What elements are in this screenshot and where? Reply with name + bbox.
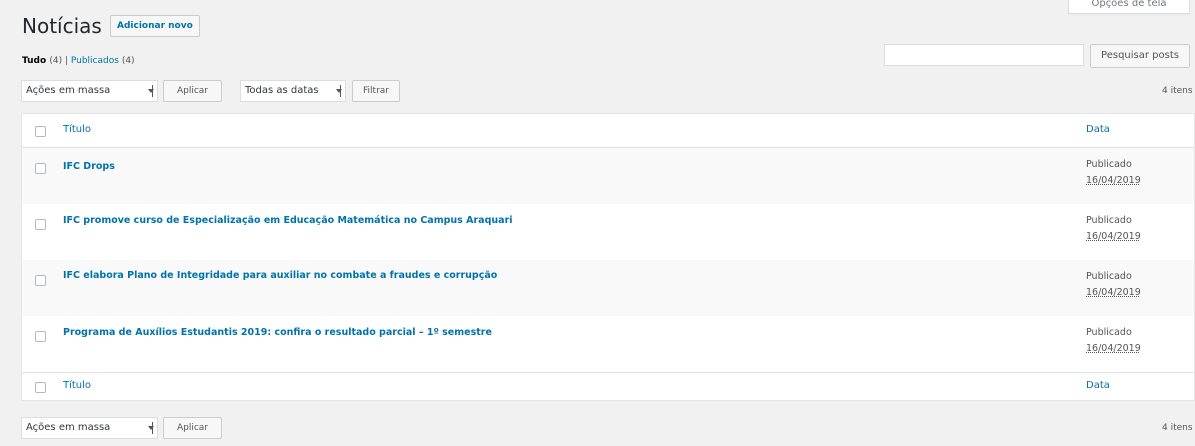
chevron-down-icon: [336, 85, 342, 97]
view-published-count: (4): [121, 56, 135, 66]
bulk-actions-select-bottom[interactable]: Ações em massa: [21, 417, 158, 439]
row-checkbox[interactable]: [35, 163, 46, 174]
date-filter-select[interactable]: Todas as datas: [240, 80, 346, 102]
select-all-checkbox-footer[interactable]: [35, 382, 46, 393]
search-button[interactable]: Pesquisar posts: [1090, 44, 1190, 68]
view-published-label: Publicados: [70, 56, 119, 66]
search-input[interactable]: [884, 44, 1084, 66]
chevron-down-icon: [148, 422, 154, 434]
row-checkbox[interactable]: [35, 219, 46, 230]
chevron-down-icon: [148, 85, 154, 97]
table-header-row: Título Data: [22, 114, 1194, 147]
post-date: 16/04/2019: [1086, 343, 1141, 354]
table-row: IFC elabora Plano de Integridade para au…: [22, 260, 1194, 316]
row-checkbox[interactable]: [35, 331, 46, 342]
column-header-date[interactable]: Data: [1086, 124, 1110, 135]
view-all-link[interactable]: Tudo (4): [22, 56, 62, 66]
bulk-actions-value-bottom: Ações em massa: [26, 422, 111, 433]
column-footer-title[interactable]: Título: [63, 380, 91, 391]
filter-button[interactable]: Filtrar: [352, 80, 400, 102]
date-filter-value: Todas as datas: [245, 85, 319, 96]
view-published-link[interactable]: Publicados (4): [71, 56, 135, 66]
table-row: IFC Drops Publicado 16/04/2019: [22, 148, 1194, 204]
add-new-button[interactable]: Adicionar novo: [110, 15, 200, 37]
posts-table: Título Data IFC Drops Publicado 16/04/20…: [21, 113, 1195, 401]
row-checkbox[interactable]: [35, 275, 46, 286]
post-title-link[interactable]: IFC Drops: [63, 161, 115, 172]
apply-button-bottom[interactable]: Aplicar: [163, 417, 222, 439]
post-title-link[interactable]: Programa de Auxílios Estudantis 2019: co…: [63, 327, 492, 338]
select-all-checkbox[interactable]: [35, 126, 46, 137]
screen-options-label: Opções de tela: [1091, 0, 1167, 9]
post-status-views: Tudo (4) | Publicados (4): [22, 56, 135, 66]
table-row: Programa de Auxílios Estudantis 2019: co…: [22, 316, 1194, 372]
column-header-title[interactable]: Título: [63, 124, 91, 135]
post-date: 16/04/2019: [1086, 231, 1141, 242]
post-date: 16/04/2019: [1086, 175, 1141, 186]
post-status: Publicado: [1086, 327, 1132, 338]
column-footer-date[interactable]: Data: [1086, 380, 1110, 391]
bulk-actions-select-top[interactable]: Ações em massa: [21, 80, 158, 102]
post-date: 16/04/2019: [1086, 287, 1141, 298]
items-count-top: 4 itens: [1162, 86, 1193, 96]
view-all-label: Tudo: [22, 56, 47, 66]
page-title: Notícias: [22, 14, 102, 38]
view-all-count: (4): [49, 56, 63, 66]
bulk-actions-value-top: Ações em massa: [26, 85, 111, 96]
views-separator: |: [64, 56, 68, 66]
post-title-link[interactable]: IFC elabora Plano de Integridade para au…: [63, 270, 497, 281]
table-row: IFC promove curso de Especialização em E…: [22, 204, 1194, 260]
screen-options-tab[interactable]: Opções de tela: [1068, 0, 1190, 14]
post-status: Publicado: [1086, 215, 1132, 226]
apply-button-top[interactable]: Aplicar: [163, 80, 222, 102]
items-count-bottom: 4 itens: [1162, 423, 1193, 433]
table-footer-row: Título Data: [22, 373, 1194, 401]
post-status: Publicado: [1086, 271, 1132, 282]
post-status: Publicado: [1086, 159, 1132, 170]
post-title-link[interactable]: IFC promove curso de Especialização em E…: [63, 215, 513, 226]
